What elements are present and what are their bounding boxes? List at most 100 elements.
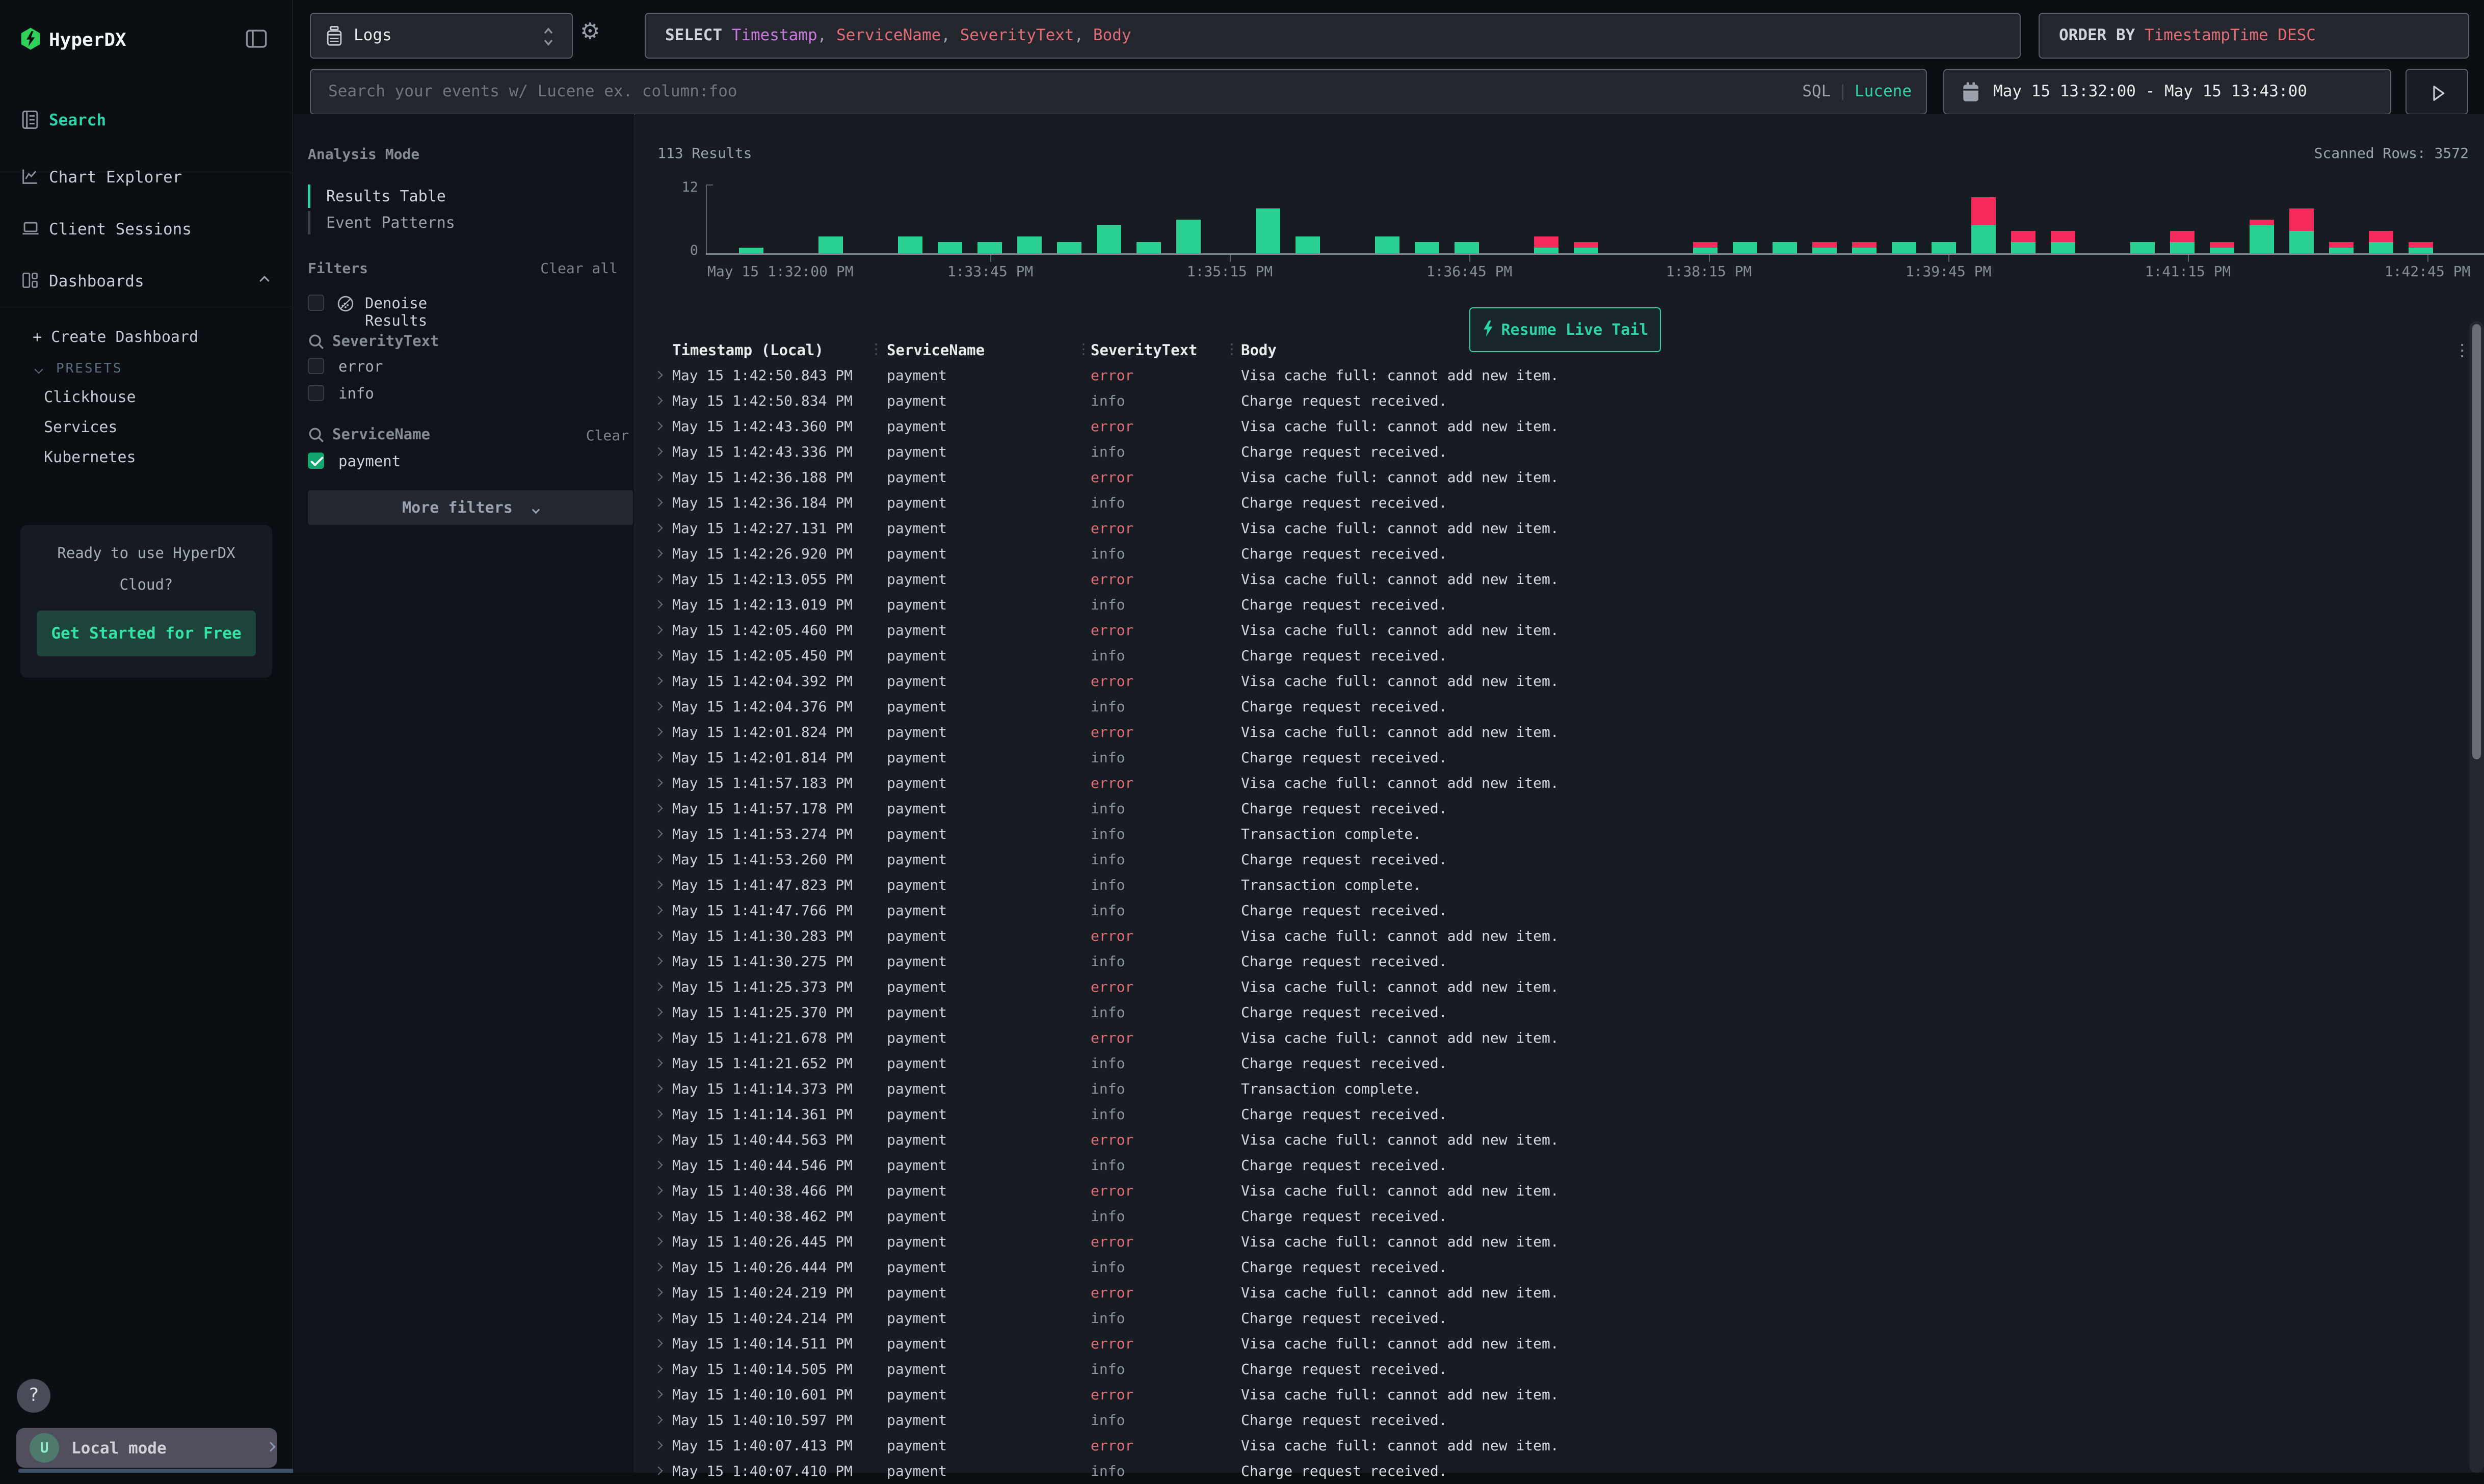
table-options-kebab-icon[interactable]: ⋮ xyxy=(2454,337,2470,363)
sql-select-input[interactable]: SELECT Timestamp, ServiceName, SeverityT… xyxy=(645,13,2021,59)
search-icon[interactable] xyxy=(308,427,325,444)
column-resize-handle[interactable]: ⋮ xyxy=(869,340,883,357)
row-expand-chevron-icon[interactable] xyxy=(654,830,663,838)
column-header-timestamp[interactable]: Timestamp (Local) xyxy=(672,337,824,363)
table-row[interactable]: May 15 1:41:57.183 PMpaymenterrorVisa ca… xyxy=(647,771,2484,796)
table-row[interactable]: May 15 1:40:14.505 PMpaymentinfoCharge r… xyxy=(647,1357,2484,1382)
row-expand-chevron-icon[interactable] xyxy=(654,1288,663,1297)
table-row[interactable]: May 15 1:40:26.445 PMpaymenterrorVisa ca… xyxy=(647,1229,2484,1255)
row-expand-chevron-icon[interactable] xyxy=(654,702,663,711)
table-row[interactable]: May 15 1:42:04.392 PMpaymenterrorVisa ca… xyxy=(647,669,2484,694)
clear-all-button[interactable]: Clear all xyxy=(540,260,618,277)
search-input[interactable]: Search your events w/ Lucene ex. column:… xyxy=(310,69,1927,115)
payment-checkbox-checked[interactable] xyxy=(308,453,324,469)
table-row[interactable]: May 15 1:41:53.274 PMpaymentinfoTransact… xyxy=(647,822,2484,847)
table-row[interactable]: May 15 1:40:44.563 PMpaymenterrorVisa ca… xyxy=(647,1127,2484,1153)
row-expand-chevron-icon[interactable] xyxy=(654,1467,663,1475)
table-row[interactable]: May 15 1:40:38.462 PMpaymentinfoCharge r… xyxy=(647,1204,2484,1229)
table-row[interactable]: May 15 1:41:21.678 PMpaymenterrorVisa ca… xyxy=(647,1025,2484,1051)
histogram-bar[interactable] xyxy=(938,242,962,253)
histogram-bar[interactable] xyxy=(1852,242,1877,253)
table-row[interactable]: May 15 1:41:25.370 PMpaymentinfoCharge r… xyxy=(647,1000,2484,1025)
row-expand-chevron-icon[interactable] xyxy=(654,524,663,533)
row-expand-chevron-icon[interactable] xyxy=(654,651,663,660)
histogram-bar[interactable] xyxy=(739,248,763,253)
sidebar-preset-services[interactable]: Services xyxy=(44,418,248,444)
table-row[interactable]: May 15 1:42:13.055 PMpaymenterrorVisa ca… xyxy=(647,567,2484,592)
order-by-input[interactable]: ORDER BY TimestampTime DESC xyxy=(2039,13,2469,59)
table-row[interactable]: May 15 1:40:24.219 PMpaymenterrorVisa ca… xyxy=(647,1280,2484,1306)
row-expand-chevron-icon[interactable] xyxy=(654,753,663,762)
row-expand-chevron-icon[interactable] xyxy=(654,1390,663,1399)
error-checkbox[interactable] xyxy=(308,358,324,374)
row-expand-chevron-icon[interactable] xyxy=(654,626,663,634)
histogram-bar[interactable] xyxy=(2369,231,2393,253)
column-resize-handle[interactable]: ⋮ xyxy=(1225,340,1239,357)
table-row[interactable]: May 15 1:40:24.214 PMpaymentinfoCharge r… xyxy=(647,1306,2484,1331)
row-expand-chevron-icon[interactable] xyxy=(654,1441,663,1450)
histogram-bar[interactable] xyxy=(1932,242,1956,253)
sidebar-item-search[interactable]: Search xyxy=(0,105,293,136)
table-row[interactable]: May 15 1:41:47.766 PMpaymentinfoCharge r… xyxy=(647,898,2484,923)
row-expand-chevron-icon[interactable] xyxy=(654,600,663,609)
table-row[interactable]: May 15 1:40:10.597 PMpaymentinfoCharge r… xyxy=(647,1408,2484,1433)
histogram-bar[interactable] xyxy=(1017,236,1042,253)
mode-event-patterns[interactable]: Event Patterns xyxy=(308,210,593,235)
sidebar-preset-clickhouse[interactable]: Clickhouse xyxy=(44,388,248,414)
histogram-bar[interactable] xyxy=(2170,231,2195,253)
histogram-bar[interactable] xyxy=(1693,242,1717,253)
histogram-bar[interactable] xyxy=(2130,242,2155,253)
histogram-bar[interactable] xyxy=(1971,197,1996,253)
table-row[interactable]: May 15 1:40:10.601 PMpaymenterrorVisa ca… xyxy=(647,1382,2484,1408)
table-row[interactable]: May 15 1:42:01.824 PMpaymenterrorVisa ca… xyxy=(647,720,2484,745)
table-row[interactable]: May 15 1:42:05.460 PMpaymenterrorVisa ca… xyxy=(647,618,2484,643)
table-row[interactable]: May 15 1:42:27.131 PMpaymenterrorVisa ca… xyxy=(647,516,2484,541)
column-resize-handle[interactable]: ⋮ xyxy=(1076,340,1091,357)
histogram-bar[interactable] xyxy=(1296,236,1320,253)
row-expand-chevron-icon[interactable] xyxy=(654,1008,663,1017)
table-row[interactable]: May 15 1:40:07.410 PMpaymentinfoCharge r… xyxy=(647,1459,2484,1484)
row-expand-chevron-icon[interactable] xyxy=(654,1135,663,1144)
histogram-bar[interactable] xyxy=(2329,242,2354,253)
histogram-bar[interactable] xyxy=(1892,242,1916,253)
create-dashboard-button[interactable]: + Create Dashboard xyxy=(33,328,198,346)
table-row[interactable]: May 15 1:41:30.275 PMpaymentinfoCharge r… xyxy=(647,949,2484,974)
row-expand-chevron-icon[interactable] xyxy=(654,804,663,813)
gear-icon[interactable]: ⚙ xyxy=(580,20,600,43)
source-select[interactable]: Logs xyxy=(310,13,573,59)
histogram-bar[interactable] xyxy=(2210,242,2234,253)
table-row[interactable]: May 15 1:40:07.413 PMpaymenterrorVisa ca… xyxy=(647,1433,2484,1459)
row-expand-chevron-icon[interactable] xyxy=(654,473,663,482)
row-expand-chevron-icon[interactable] xyxy=(654,1339,663,1348)
table-row[interactable]: May 15 1:42:43.360 PMpaymenterrorVisa ca… xyxy=(647,414,2484,439)
table-row[interactable]: May 15 1:41:25.373 PMpaymenterrorVisa ca… xyxy=(647,974,2484,1000)
histogram-bar[interactable] xyxy=(1137,242,1161,253)
table-row[interactable]: May 15 1:40:38.466 PMpaymenterrorVisa ca… xyxy=(647,1178,2484,1204)
histogram-bar[interactable] xyxy=(1415,242,1439,253)
table-row[interactable]: May 15 1:40:44.546 PMpaymentinfoCharge r… xyxy=(647,1153,2484,1178)
table-row[interactable]: May 15 1:42:43.336 PMpaymentinfoCharge r… xyxy=(647,439,2484,465)
language-sql-option[interactable]: SQL xyxy=(1802,82,1831,100)
table-row[interactable]: May 15 1:41:47.823 PMpaymentinfoTransact… xyxy=(647,872,2484,898)
histogram-bar[interactable] xyxy=(2250,220,2274,253)
histogram-bar[interactable] xyxy=(2289,208,2314,253)
table-row[interactable]: May 15 1:42:04.376 PMpaymentinfoCharge r… xyxy=(647,694,2484,720)
row-expand-chevron-icon[interactable] xyxy=(654,422,663,431)
clear-servicename-button[interactable]: Clear xyxy=(586,427,629,444)
table-row[interactable]: May 15 1:42:01.814 PMpaymentinfoCharge r… xyxy=(647,745,2484,771)
sidebar-item-client-sessions[interactable]: Client Sessions xyxy=(0,214,293,245)
language-lucene-option[interactable]: Lucene xyxy=(1855,82,1912,100)
sidebar-collapse-icon[interactable] xyxy=(246,30,267,50)
local-mode-button[interactable]: U Local mode xyxy=(16,1428,277,1468)
histogram-bar[interactable] xyxy=(1097,225,1121,253)
row-expand-chevron-icon[interactable] xyxy=(654,1416,663,1424)
row-expand-chevron-icon[interactable] xyxy=(654,1084,663,1093)
histogram-bar[interactable] xyxy=(1733,242,1757,253)
row-expand-chevron-icon[interactable] xyxy=(654,779,663,787)
row-expand-chevron-icon[interactable] xyxy=(654,1186,663,1195)
table-row[interactable]: May 15 1:41:14.373 PMpaymentinfoTransact… xyxy=(647,1076,2484,1102)
row-expand-chevron-icon[interactable] xyxy=(654,728,663,736)
row-expand-chevron-icon[interactable] xyxy=(654,932,663,940)
info-checkbox[interactable] xyxy=(308,385,324,401)
table-row[interactable]: May 15 1:41:14.361 PMpaymentinfoCharge r… xyxy=(647,1102,2484,1127)
